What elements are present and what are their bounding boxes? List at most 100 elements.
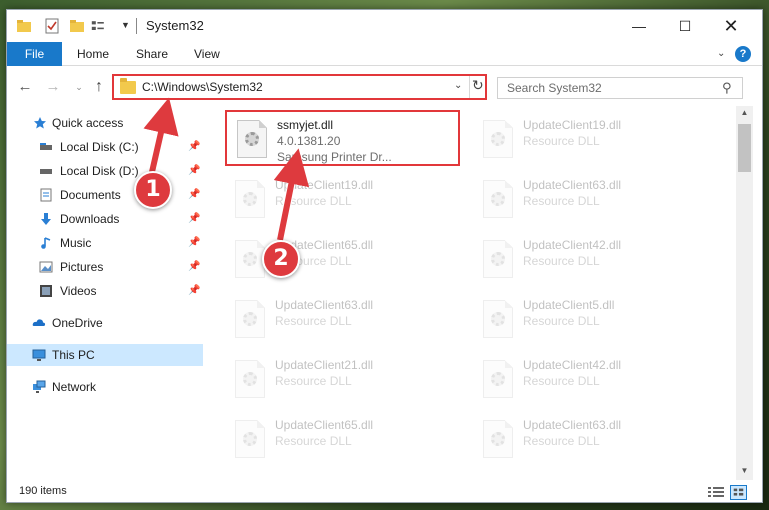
file-type: Resource DLL (275, 434, 352, 448)
sidebar-item-label: Videos (60, 284, 97, 298)
file-name: UpdateClient5.dll (523, 298, 615, 312)
sidebar-item-music[interactable]: Music 📌 (7, 232, 203, 254)
dll-file-icon (483, 240, 513, 278)
address-dropdown-icon[interactable]: ⌄ (454, 80, 462, 91)
up-button[interactable]: ↑ (90, 78, 108, 96)
file-type: Resource DLL (275, 194, 352, 208)
file-version: 4.0.1381.20 (277, 134, 341, 148)
this-pc-icon (32, 349, 46, 361)
dll-file-icon (235, 420, 265, 458)
documents-icon (40, 188, 52, 202)
quick-access-dropdown-icon[interactable]: ▼ (121, 20, 137, 36)
file-name: UpdateClient65.dll (275, 418, 374, 432)
dll-file-icon (235, 180, 265, 218)
network-icon (33, 380, 46, 393)
sidebar-item-local-disk-c[interactable]: Local Disk (C:) 📌 (7, 136, 203, 158)
sidebar-item-label: Local Disk (D:) (60, 164, 139, 178)
sidebar-item-network[interactable]: Network (7, 376, 203, 398)
search-box[interactable]: ⚲ (497, 77, 743, 99)
scroll-down-icon[interactable]: ▼ (736, 466, 753, 475)
properties-check-icon[interactable] (44, 18, 60, 34)
pin-icon[interactable]: 📌 (188, 136, 200, 158)
tab-share[interactable]: Share (128, 42, 176, 66)
status-bar: 190 items (7, 482, 762, 502)
pin-icon[interactable]: 📌 (188, 184, 200, 206)
file-tile[interactable]: UpdateClient42.dll Resource DLL (473, 352, 708, 408)
pin-icon[interactable]: 📌 (188, 208, 200, 230)
tab-home[interactable]: Home (69, 42, 117, 66)
minimize-button[interactable]: — (616, 10, 662, 42)
file-name: UpdateClient63.dll (523, 418, 622, 432)
pin-icon[interactable]: 📌 (188, 232, 200, 254)
vertical-scrollbar[interactable]: ▲ ▼ (736, 106, 753, 480)
file-tile[interactable]: UpdateClient21.dll Resource DLL (225, 352, 460, 408)
scroll-thumb[interactable] (738, 124, 751, 172)
drive-icon (40, 143, 52, 150)
search-input[interactable] (498, 78, 718, 98)
file-name: UpdateClient19.dll (275, 178, 374, 192)
file-tile[interactable]: UpdateClient63.dll Resource DLL (473, 172, 708, 228)
sidebar-item-quick-access[interactable]: Quick access (7, 112, 203, 134)
file-tile[interactable]: UpdateClient19.dll Resource DLL (473, 112, 708, 168)
scroll-up-icon[interactable]: ▲ (736, 108, 753, 117)
dll-file-icon (235, 240, 265, 278)
sidebar-item-documents[interactable]: Documents 📌 (7, 184, 203, 206)
pin-icon[interactable]: 📌 (188, 256, 200, 278)
gear-icon (491, 132, 505, 146)
sidebar-item-pictures[interactable]: Pictures 📌 (7, 256, 203, 278)
navigation-bar: ← → ⌄ ↑ C:\Windows\System32 ⌄ ↻ ⚲ (7, 70, 762, 102)
sidebar-item-videos[interactable]: Videos 📌 (7, 280, 203, 302)
gear-icon (491, 312, 505, 326)
dll-file-icon (483, 180, 513, 218)
tab-view[interactable]: View (186, 42, 228, 66)
file-tile[interactable]: UpdateClient63.dll Resource DLL (473, 412, 708, 468)
file-tile[interactable]: UpdateClient5.dll Resource DLL (473, 292, 708, 348)
file-name: UpdateClient63.dll (523, 178, 622, 192)
folder-icon[interactable] (16, 18, 32, 34)
window-title: System32 (146, 18, 204, 33)
pin-icon[interactable]: 📌 (188, 280, 200, 302)
gear-icon (491, 372, 505, 386)
recent-locations-icon[interactable]: ⌄ (70, 78, 88, 96)
file-name: ssmyjet.dll (277, 118, 334, 132)
details-view-icon[interactable] (708, 486, 724, 499)
pin-icon[interactable]: 📌 (188, 160, 200, 182)
customize-icon[interactable] (91, 18, 107, 34)
sidebar-item-local-disk-d[interactable]: Local Disk (D:) 📌 (7, 160, 203, 182)
tab-file[interactable]: File (7, 42, 62, 66)
address-bar[interactable]: C:\Windows\System32 ⌄ ↻ (112, 74, 487, 100)
file-description: Samsung Printer Dr... (277, 150, 392, 164)
ribbon-tabs: File Home Share View ⌄ ? (7, 42, 762, 66)
tiles-view-icon[interactable] (730, 485, 747, 500)
expand-ribbon-icon[interactable]: ⌄ (717, 48, 725, 59)
address-path[interactable]: C:\Windows\System32 (142, 80, 263, 94)
file-tile-ssmyjet[interactable]: ssmyjet.dll 4.0.1381.20 Samsung Printer … (225, 110, 460, 166)
sidebar-item-downloads[interactable]: Downloads 📌 (7, 208, 203, 230)
sidebar-item-onedrive[interactable]: OneDrive (7, 312, 203, 334)
file-tile[interactable]: UpdateClient42.dll Resource DLL (473, 232, 708, 288)
sidebar-item-this-pc[interactable]: This PC (7, 344, 203, 366)
forward-button[interactable]: → (44, 78, 62, 96)
help-icon[interactable]: ? (735, 46, 751, 62)
back-button[interactable]: ← (16, 78, 34, 96)
star-icon (34, 117, 46, 129)
callout-step-1: 1 (134, 171, 172, 209)
search-icon[interactable]: ⚲ (722, 80, 732, 96)
pictures-icon (39, 261, 53, 273)
refresh-icon[interactable]: ↻ (472, 77, 484, 94)
sidebar-item-label: Documents (60, 188, 121, 202)
dll-file-icon (235, 360, 265, 398)
file-tile[interactable]: UpdateClient65.dll Resource DLL (225, 412, 460, 468)
folder-icon (120, 78, 136, 94)
new-folder-icon[interactable] (69, 18, 85, 34)
maximize-button[interactable]: ☐ (662, 10, 708, 42)
file-type: Resource DLL (523, 194, 600, 208)
music-icon (41, 237, 51, 249)
file-type: Resource DLL (275, 314, 352, 328)
close-button[interactable]: ✕ (708, 10, 754, 42)
file-name: UpdateClient42.dll (523, 238, 622, 252)
file-tile[interactable]: UpdateClient63.dll Resource DLL (225, 292, 460, 348)
file-tile[interactable]: UpdateClient19.dll Resource DLL (225, 172, 460, 228)
gear-icon (243, 312, 257, 326)
file-tile[interactable]: UpdateClient65.dll Resource DLL (225, 232, 460, 288)
